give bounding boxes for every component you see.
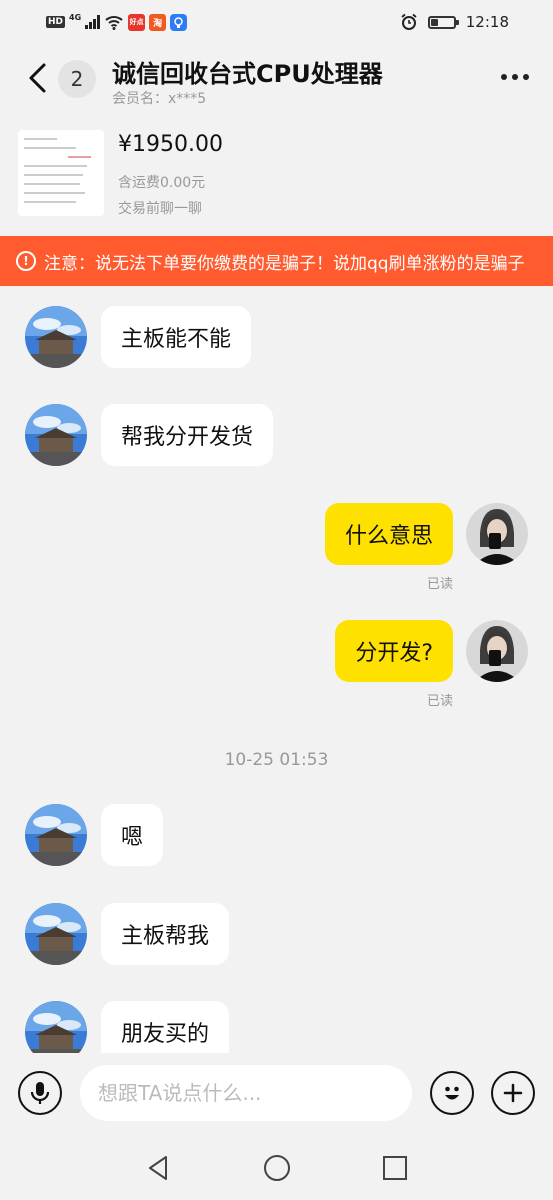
- nav-back-icon[interactable]: [144, 1153, 174, 1183]
- app-notification-icon: 好点: [128, 13, 146, 31]
- warning-icon: !: [16, 251, 36, 271]
- outgoing-message-bubble[interactable]: 什么意思: [324, 503, 453, 565]
- microphone-icon[interactable]: [18, 1071, 62, 1115]
- warning-text: 注意：说无法下单要你缴费的是骗子！说加qq刷单涨粉的是骗子: [44, 253, 525, 274]
- outgoing-message-bubble[interactable]: 分开发?: [335, 620, 453, 682]
- clock: 12:18: [465, 13, 509, 31]
- status-bar-right: 12:18: [400, 13, 509, 31]
- system-nav-bar: [0, 1135, 553, 1200]
- contact-avatar[interactable]: [25, 903, 87, 965]
- microphone-glyph: [30, 1082, 50, 1104]
- message-input[interactable]: [80, 1065, 412, 1121]
- read-receipt: 已读: [426, 577, 453, 592]
- message-timestamp: 10-25 01:53: [224, 750, 329, 770]
- product-price: ¥1950.00: [118, 132, 223, 157]
- wifi-icon: [105, 16, 123, 30]
- product-thumbnail[interactable]: [18, 130, 104, 216]
- emoji-glyph: [445, 1086, 459, 1100]
- incoming-message-bubble[interactable]: 主板能不能: [101, 306, 252, 368]
- incoming-message-bubble[interactable]: 嗯: [101, 804, 164, 866]
- bulb-notification-icon: [170, 13, 188, 31]
- taobao-notification-icon: 淘: [149, 13, 167, 31]
- my-avatar[interactable]: [466, 503, 528, 565]
- hd-badge: HD: [46, 16, 66, 28]
- warning-banner: ! 注意：说无法下单要你缴费的是骗子！说加qq刷单涨粉的是骗子: [0, 236, 553, 286]
- shipping-info: 含运费0.00元: [118, 175, 206, 191]
- my-avatar[interactable]: [466, 620, 528, 682]
- incoming-message-bubble[interactable]: 主板帮我: [101, 903, 230, 965]
- alarm-icon: [401, 13, 417, 30]
- battery-level: [430, 18, 439, 26]
- contact-avatar[interactable]: [25, 306, 87, 368]
- chat-header: 2 诚信回收台式CPU处理器 会员名：x***5: [0, 44, 553, 114]
- contact-avatar[interactable]: [25, 404, 87, 466]
- read-receipt: 已读: [426, 694, 453, 709]
- status-bar-left: HD 4G 好点 淘: [46, 12, 188, 31]
- input-bar: [0, 1053, 553, 1135]
- chat-title: 诚信回收台式CPU处理器: [112, 60, 383, 88]
- nav-home-icon[interactable]: [262, 1153, 292, 1183]
- signal-icon: [85, 15, 101, 29]
- incoming-message-bubble[interactable]: 帮我分开发货: [101, 404, 274, 466]
- chat-hint: 交易前聊一聊: [118, 201, 202, 217]
- contact-avatar[interactable]: [25, 1001, 87, 1053]
- plus-icon[interactable]: [491, 1071, 535, 1115]
- member-name: 会员名：x***5: [112, 91, 207, 107]
- emoji-icon[interactable]: [430, 1071, 474, 1115]
- battery-icon: [427, 15, 459, 29]
- back-arrow-icon[interactable]: [24, 62, 52, 94]
- plus-glyph: [503, 1083, 523, 1103]
- contact-avatar[interactable]: [25, 804, 87, 866]
- unread-count-badge[interactable]: 2: [58, 60, 96, 98]
- status-bar: HD 4G 好点 淘 12:18: [0, 0, 553, 44]
- product-card[interactable]: ¥1950.00 含运费0.00元 交易前聊一聊: [0, 124, 553, 228]
- network-type: 4G: [69, 12, 82, 22]
- chat-area[interactable]: 主板能不能 帮我分开发货 什么意思 已读 分开发? 已读嗯主板帮我 朋友买的 10-25 0…: [0, 286, 553, 1053]
- nav-recent-icon[interactable]: [380, 1153, 410, 1183]
- more-dots-icon[interactable]: [501, 74, 529, 80]
- incoming-message-bubble[interactable]: 朋友买的: [101, 1001, 230, 1053]
